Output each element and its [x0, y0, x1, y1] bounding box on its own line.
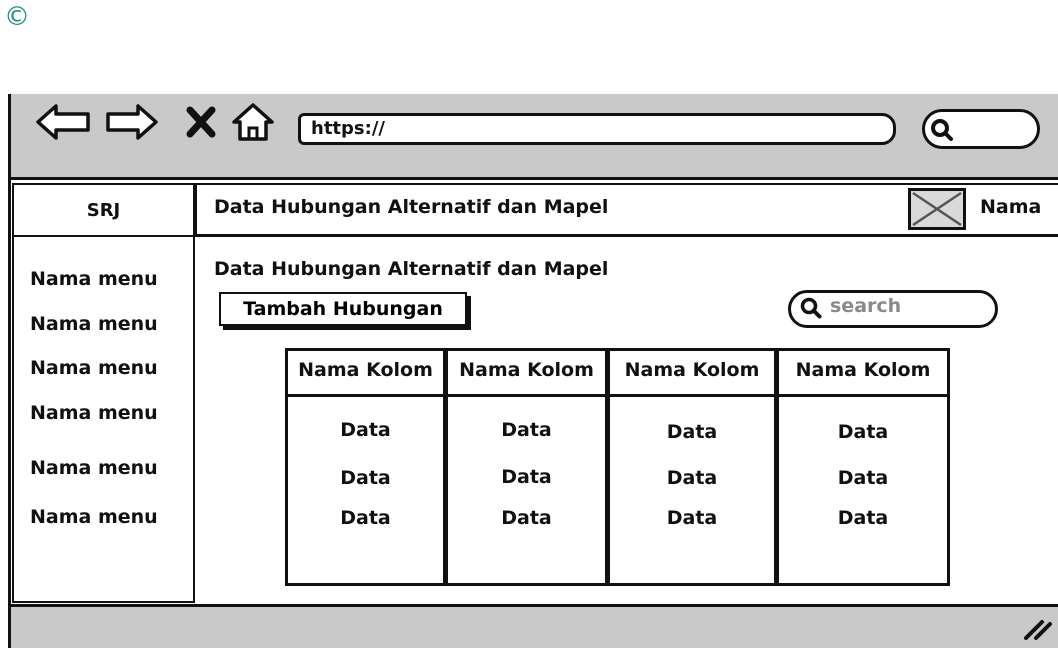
- home-icon[interactable]: [230, 102, 276, 142]
- forward-arrow-icon[interactable]: [104, 102, 160, 142]
- table-cell: Data: [837, 467, 889, 489]
- page-title: Data Hubungan Alternatif dan Mapel: [214, 258, 609, 280]
- table-header-cell[interactable]: Nama Kolom: [288, 359, 443, 381]
- brand-logo: SRJ: [12, 183, 195, 237]
- sidebar-item-1[interactable]: Nama menu: [30, 268, 158, 290]
- table-header-divider: [285, 394, 950, 397]
- table-cell: Data: [340, 507, 391, 529]
- table-cell: Data: [340, 467, 391, 489]
- table-cell: Data: [837, 421, 889, 443]
- sidebar-item-4[interactable]: Nama menu: [30, 402, 158, 424]
- table-cell: Data: [666, 507, 718, 529]
- sidebar-item-2[interactable]: Nama menu: [30, 313, 158, 335]
- close-icon[interactable]: [184, 102, 218, 142]
- sidebar-item-5[interactable]: Nama menu: [30, 457, 158, 479]
- table-header-cell[interactable]: Nama Kolom: [610, 359, 774, 381]
- table-cell: Data: [666, 467, 718, 489]
- user-name[interactable]: Nama: [980, 196, 1041, 218]
- watermark: © Ha: [0, 2, 32, 50]
- url-bar[interactable]: https://: [298, 113, 896, 145]
- sidebar-item-3[interactable]: Nama menu: [30, 357, 158, 379]
- table-cell: Data: [837, 507, 889, 529]
- search-icon: [931, 119, 953, 141]
- header-title: Data Hubungan Alternatif dan Mapel: [214, 196, 609, 218]
- table-cell: Data: [501, 466, 552, 488]
- table-cell: Data: [666, 421, 718, 443]
- table-cell: Data: [501, 419, 552, 441]
- search-icon: [800, 297, 822, 319]
- add-relation-button[interactable]: Tambah Hubungan: [219, 292, 467, 326]
- avatar-image-icon[interactable]: [908, 188, 966, 230]
- resize-handle-icon[interactable]: [1020, 614, 1054, 642]
- search-placeholder: search: [830, 295, 902, 317]
- table-cell: Data: [501, 507, 552, 529]
- table-header-cell[interactable]: Nama Kolom: [779, 359, 947, 381]
- status-bar: [8, 604, 1058, 648]
- sidebar-item-6[interactable]: Nama menu: [30, 506, 158, 528]
- table-header-cell[interactable]: Nama Kolom: [448, 359, 605, 381]
- back-arrow-icon[interactable]: [34, 102, 94, 142]
- table-cell: Data: [340, 419, 391, 441]
